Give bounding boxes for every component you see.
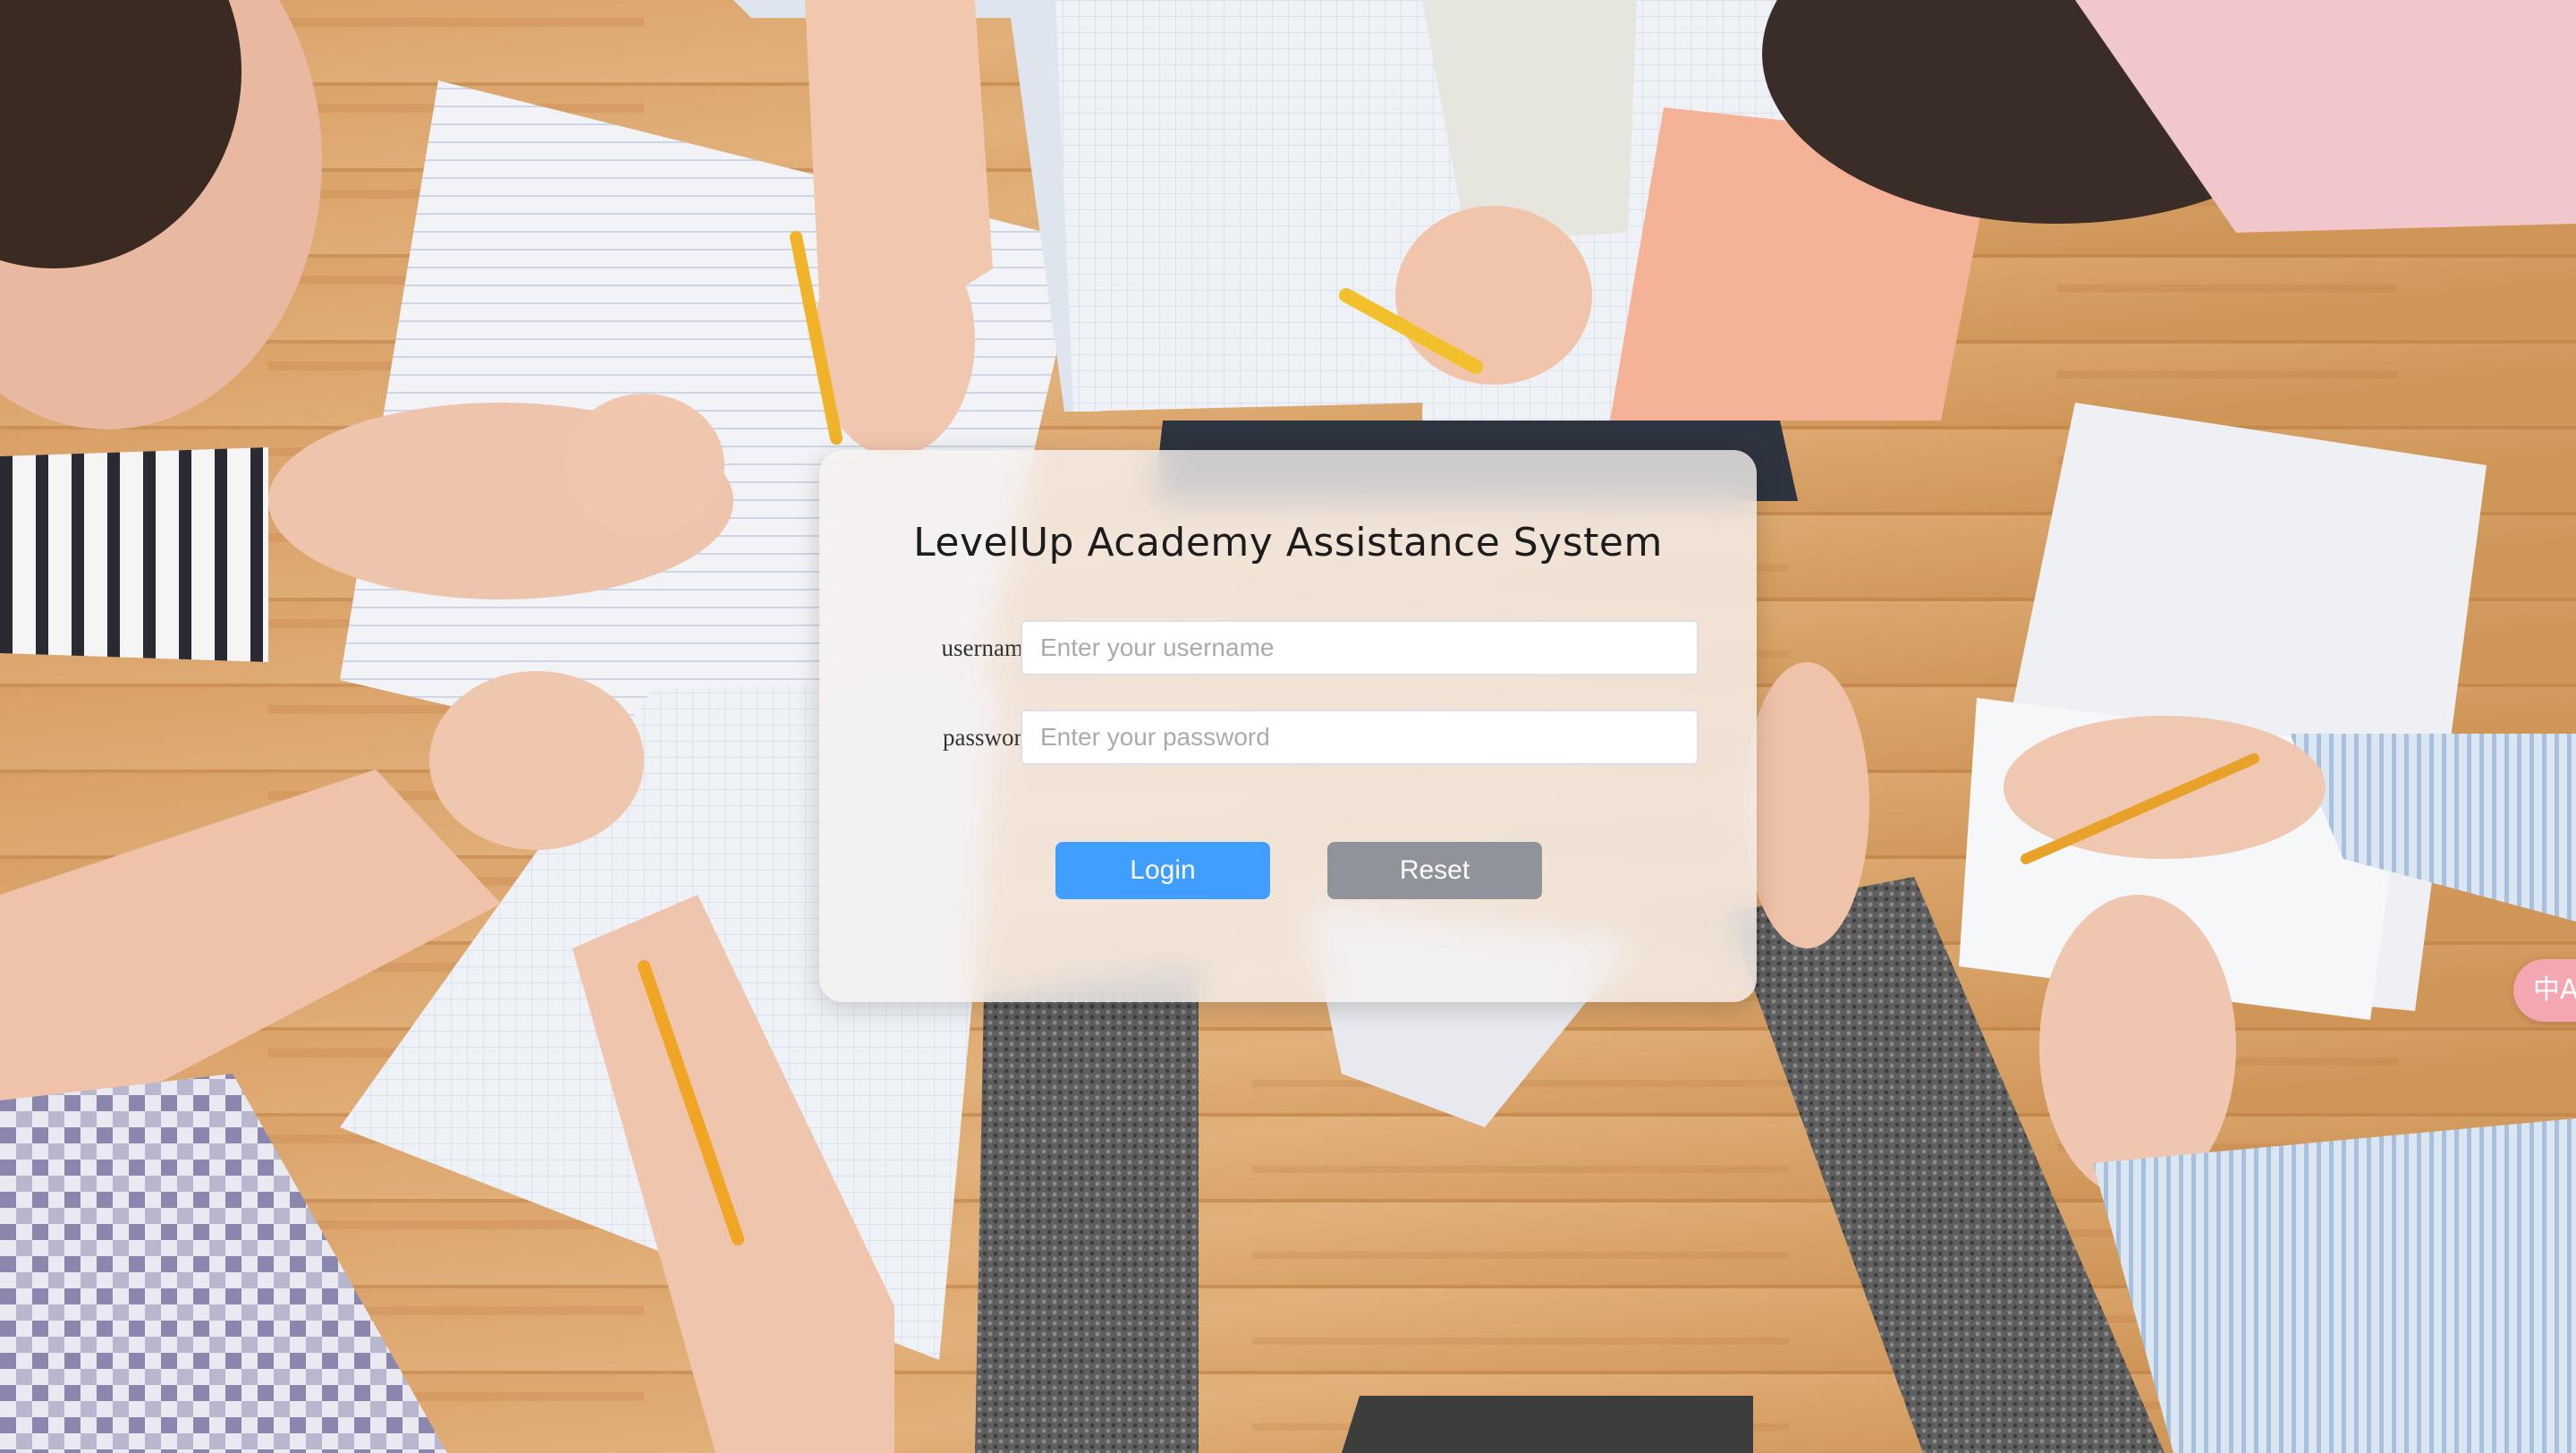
username-input[interactable] xyxy=(1021,620,1699,676)
password-label: password xyxy=(943,724,1034,751)
password-row: password xyxy=(819,710,1757,765)
translate-icon: 中A xyxy=(2533,974,2576,1006)
username-row: username xyxy=(819,620,1757,676)
page-title: LevelUp Academy Assistance System xyxy=(913,520,1663,565)
password-input[interactable] xyxy=(1021,710,1699,765)
login-button[interactable]: Login xyxy=(1055,842,1270,899)
reset-button[interactable]: Reset xyxy=(1327,842,1542,899)
login-page: LevelUp Academy Assistance System userna… xyxy=(0,0,2576,1453)
username-label: username xyxy=(941,634,1034,661)
login-card: LevelUp Academy Assistance System userna… xyxy=(819,450,1757,1002)
translate-widget[interactable]: 中A xyxy=(2513,959,2576,1022)
